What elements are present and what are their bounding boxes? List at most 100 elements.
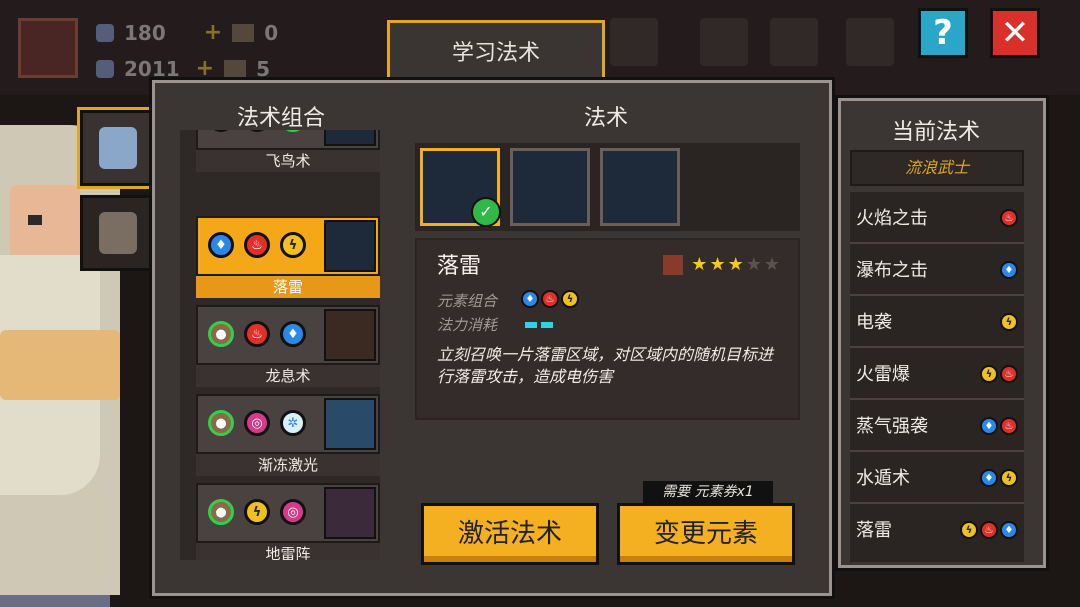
star-icon: ★ [691, 254, 708, 275]
water-element-icon: ♦ [208, 232, 234, 258]
shop-icon[interactable] [770, 18, 818, 66]
combo-list[interactable]: ♦ ϟ ● 飞鸟术 ♦ ♨ ϟ 落雷 ● ♨ ♦ 龙息术 [180, 130, 380, 560]
combo-item[interactable]: ● ϟ ◎ 地雷阵 [196, 483, 380, 560]
detail-elements: ♦ ♨ ϟ [521, 290, 579, 308]
combo-item[interactable]: ● ♨ ♦ 龙息术 [196, 305, 380, 387]
combo-name: 地雷阵 [196, 543, 380, 560]
sword-icon [663, 254, 684, 275]
wizard-face [10, 185, 80, 265]
help-button[interactable]: ? [918, 8, 968, 58]
poison-element-icon: ◎ [244, 410, 270, 436]
chest-count: 5 [256, 56, 271, 81]
current-spell-item[interactable]: 水遁术 ♦ ϟ [850, 452, 1024, 504]
current-spell-item[interactable]: 火焰之击 ♨ [850, 192, 1024, 244]
fire-element-icon: ♨ [1000, 417, 1018, 435]
star-icon: ★ [727, 254, 744, 275]
current-spell-elements: ϟ ♨ ♦ [960, 521, 1018, 539]
current-spell-item[interactable]: 蒸气强袭 ♦ ♨ [850, 400, 1024, 452]
spell-variant-selected[interactable]: ✓ [420, 148, 501, 227]
add-gems-icon[interactable]: + [204, 20, 222, 45]
earth-element-icon: ● [208, 410, 234, 436]
mana-bar [541, 322, 553, 328]
water-element-icon: ♦ [980, 469, 998, 487]
current-spell-elements: ♦ ϟ [980, 469, 1018, 487]
current-spell-item[interactable]: 火雷爆 ϟ ♨ [850, 348, 1024, 400]
learn-spell-tab[interactable]: 学习法术 [387, 20, 605, 86]
combo-elements: ● ◎ ✲ [208, 410, 306, 436]
player-portrait [18, 18, 78, 78]
star-empty-icon: ★ [745, 254, 762, 275]
fire-element-icon: ♨ [1000, 209, 1018, 227]
ice-element-icon: ✲ [280, 410, 306, 436]
star-icon: ★ [709, 254, 726, 275]
tab-spells[interactable] [77, 107, 159, 189]
check-icon: ✓ [471, 197, 501, 227]
water-element-icon: ♦ [521, 290, 539, 308]
close-button[interactable]: ✕ [990, 8, 1040, 58]
menu-icon[interactable] [846, 18, 894, 66]
chest-icon [232, 23, 255, 42]
thunder-element-icon: ϟ [960, 521, 978, 539]
earth-element-icon: ● [280, 130, 306, 132]
spell-thumbnail [324, 130, 376, 146]
combo-item[interactable]: ♦ ϟ ● 飞鸟术 [196, 130, 380, 172]
wizard-character [0, 115, 160, 607]
spell-rating: ★ ★ ★ ★ ★ [663, 254, 780, 275]
resource-row-2: 2011 + 5 [96, 56, 270, 81]
activate-spell-button[interactable]: 激活法术 [421, 503, 599, 565]
poison-element-icon: ◎ [280, 499, 306, 525]
add-crystals-icon[interactable]: + [196, 56, 214, 81]
earth-element-icon: ● [208, 499, 234, 525]
spell-title: 落雷 [437, 254, 482, 279]
diamond-icon[interactable] [700, 18, 748, 66]
combo-box: ● ϟ ◎ [196, 483, 380, 543]
combo-elements: ♦ ♨ ϟ [208, 232, 306, 258]
resource-bar: 180 + 0 2011 + 5 [0, 0, 390, 85]
fire-element-icon: ♨ [244, 321, 270, 347]
combo-box: ● ♨ ♦ [196, 305, 380, 365]
current-spells-list: 火焰之击 ♨ 瀑布之击 ♦ 电袭 ϟ 火雷爆 ϟ ♨ 蒸气强袭 ♦ ♨ 水遁术 ♦ ϟ… [850, 192, 1024, 562]
wizard-eye [28, 215, 42, 225]
crystal-count: 2011 [124, 56, 180, 81]
current-spell-name: 火焰之击 [856, 208, 928, 229]
tab-chest[interactable] [80, 195, 156, 271]
current-spell-item[interactable]: 瀑布之击 ♦ [850, 244, 1024, 296]
spell-description: 立刻召唤一片落雷区域，对区域内的随机目标进行落雷攻击，造成电伤害 [437, 345, 774, 386]
resource-row-1: 180 + 0 [96, 20, 278, 45]
water-element-icon: ♦ [1000, 521, 1018, 539]
spell-thumbnail [324, 487, 376, 539]
treasure-icon[interactable] [610, 18, 658, 66]
mana-bar [525, 322, 537, 328]
current-spell-name: 电袭 [856, 312, 892, 333]
spell-variant[interactable] [600, 148, 680, 226]
water-element-icon: ♦ [980, 417, 998, 435]
spells-header: 法术 [584, 106, 629, 131]
change-element-button[interactable]: 变更元素 [617, 503, 795, 565]
current-spell-name: 蒸气强袭 [856, 416, 928, 437]
combo-name: 龙息术 [196, 365, 380, 387]
earth-element-icon: ● [208, 321, 234, 347]
thunder-element-icon: ϟ [1000, 469, 1018, 487]
spell-thumbnail [324, 220, 376, 272]
combo-box: ♦ ♨ ϟ [196, 216, 380, 276]
spell-variant[interactable] [510, 148, 590, 226]
chest-icon [99, 212, 137, 254]
current-spell-name: 水遁术 [856, 468, 910, 489]
current-spell-elements: ♨ [1000, 209, 1018, 227]
combo-item[interactable]: ● ◎ ✲ 渐冻激光 [196, 394, 380, 476]
combo-item-selected[interactable]: ♦ ♨ ϟ 落雷 [196, 216, 380, 298]
crystal-icon [96, 59, 114, 78]
top-icons [610, 10, 910, 80]
spell-detail: 落雷 ★ ★ ★ ★ ★ 元素组合 ♦ ♨ ϟ 法力消耗 立刻召唤一片落雷区域，… [415, 238, 800, 420]
gem-icon [96, 23, 114, 42]
water-element-icon: ♦ [208, 130, 234, 132]
character-class-label: 流浪武士 [850, 150, 1024, 186]
spell-variant-strip: ✓ [415, 143, 800, 231]
mana-cost-bars [525, 322, 553, 328]
requirement-label: 需要 元素券x1 [643, 481, 773, 503]
current-spell-item[interactable]: 落雷 ϟ ♨ ♦ [850, 504, 1024, 556]
current-spell-elements: ♦ [1000, 261, 1018, 279]
current-spell-item[interactable]: 电袭 ϟ [850, 296, 1024, 348]
combo-name: 落雷 [196, 276, 380, 298]
water-element-icon: ♦ [1000, 261, 1018, 279]
